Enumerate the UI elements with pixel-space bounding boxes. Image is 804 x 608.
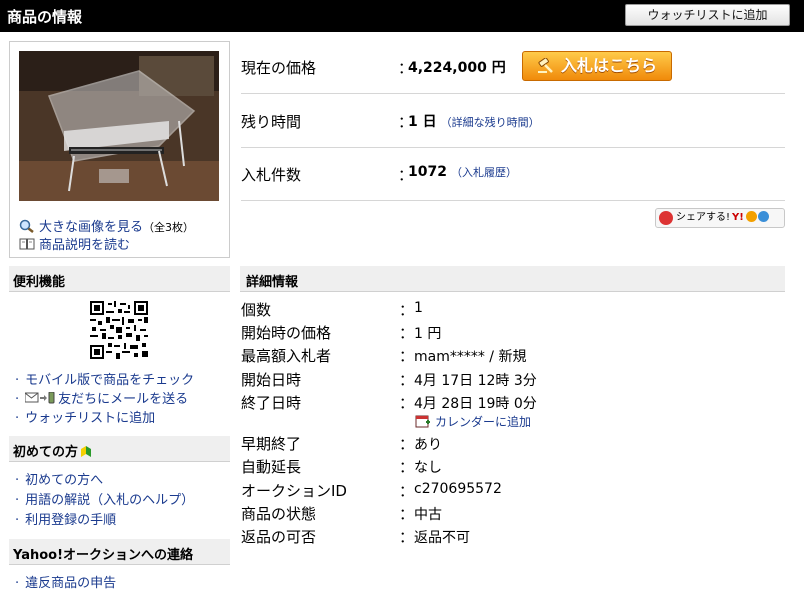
beginner-section-title: 初めての方 <box>9 436 230 462</box>
sidebar-item-mobile-label[interactable]: モバイル版で商品をチェック <box>25 373 194 388</box>
time-left-value: 1 日 （詳細な残り時間） <box>408 111 540 131</box>
detail-colon: ： <box>399 505 415 523</box>
bid-count-label: 入札件数 <box>241 166 302 184</box>
detail-colon: ： <box>399 394 415 412</box>
detail-value: 1 <box>414 300 423 316</box>
detail-value: c270695572 <box>414 481 502 497</box>
detail-value: あり <box>414 437 442 453</box>
beginner-section-label: 初めての方 <box>13 445 79 460</box>
detail-label: 終了日時 <box>241 394 302 412</box>
detail-colon: ： <box>399 482 415 500</box>
page-header: 商品の情報 ウォッチリストに追加 <box>0 0 804 32</box>
share-arrow-icon <box>659 211 673 225</box>
detail-label: 商品の状態 <box>241 505 317 523</box>
sidebar-item-mail-friend[interactable]: · 友だちにメールを送る <box>15 388 188 407</box>
sidebar-item-registration[interactable]: · 利用登録の手順 <box>15 509 116 528</box>
time-left-row: 残り時間 ： 1 日（詳細な残り時間） <box>241 94 785 148</box>
details-section-title: 詳細情報 <box>240 266 785 292</box>
read-description-label[interactable]: 商品説明を読む <box>39 238 130 253</box>
sidebar-item-mail-label[interactable]: 友だちにメールを送る <box>58 392 188 407</box>
gavel-icon <box>537 55 555 73</box>
bid-count-row: 入札件数 ： 1072 （入札履歴） <box>241 148 785 201</box>
yahoo-share-icon[interactable]: Y! <box>732 212 744 223</box>
sidebar-item-glossary-label[interactable]: 用語の解説（入札のヘルプ） <box>25 493 194 508</box>
sidebar-item-report-violation[interactable]: · 違反商品の申告 <box>15 572 116 591</box>
enlarge-image-label[interactable]: 大きな画像を見る <box>39 220 143 235</box>
detail-label: オークションID <box>241 482 347 500</box>
sidebar-item-glossary[interactable]: · 用語の解説（入札のヘルプ） <box>15 489 194 508</box>
add-to-calendar-link[interactable]: カレンダーに追加 <box>415 413 531 430</box>
contact-section-title: Yahoo!オークションへの連絡 <box>9 539 230 565</box>
detail-value: mam***** / 新規 <box>414 349 527 365</box>
current-price-row: 現在の価格 ： 4,224,000 円 入札はこちら <box>241 40 785 94</box>
calendar-icon <box>415 414 431 428</box>
detail-label: 自動延長 <box>241 458 302 476</box>
detail-value: 4月 28日 19時 0分 <box>414 396 537 412</box>
bid-history-link[interactable]: （入札履歴） <box>451 166 517 179</box>
page-title: 商品の情報 <box>7 8 83 26</box>
add-to-watchlist-button[interactable]: ウォッチリストに追加 <box>625 4 790 26</box>
sidebar-item-mobile[interactable]: · モバイル版で商品をチェック <box>15 369 194 388</box>
detailed-time-link[interactable]: （詳細な残り時間） <box>441 116 540 129</box>
detail-colon: ： <box>399 371 415 389</box>
enlarge-image-link[interactable]: 大きな画像を見る（全3枚） <box>19 216 194 235</box>
read-description-link[interactable]: 商品説明を読む <box>19 234 130 253</box>
sidebar-item-report-label[interactable]: 違反商品の申告 <box>25 576 116 591</box>
bid-count-value: 1072 （入札履歴） <box>408 164 517 180</box>
detail-colon: ： <box>399 435 415 453</box>
current-price-label: 現在の価格 <box>241 59 317 77</box>
detail-label: 開始日時 <box>241 371 302 389</box>
sidebar-item-registration-label[interactable]: 利用登録の手順 <box>25 513 116 528</box>
qr-code <box>88 299 150 361</box>
sidebar-item-beginners-guide[interactable]: · 初めての方へ <box>15 469 103 488</box>
place-bid-button[interactable]: 入札はこちら <box>522 51 672 81</box>
detail-value: 中古 <box>414 507 442 523</box>
place-bid-label[interactable]: 入札はこちら <box>561 56 657 75</box>
add-to-calendar-label[interactable]: カレンダーに追加 <box>435 415 531 429</box>
detail-colon: ： <box>399 528 415 546</box>
detail-label: 返品の可否 <box>241 528 317 546</box>
image-count: （全3枚） <box>143 221 195 234</box>
detail-value: 返品不可 <box>414 530 470 546</box>
detail-value: 4月 17日 12時 3分 <box>414 373 537 389</box>
bid-count-amount: 1072 <box>408 164 447 180</box>
time-left-amount: 1 日 <box>408 114 437 130</box>
beginner-mark-icon <box>80 444 92 458</box>
detail-label: 早期終了 <box>241 435 302 453</box>
convenience-section-title: 便利機能 <box>9 266 230 292</box>
hatena-share-icon[interactable] <box>757 211 769 222</box>
sidebar-item-watchlist-label[interactable]: ウォッチリストに追加 <box>25 411 155 426</box>
detail-label: 個数 <box>241 301 272 319</box>
detail-value: 1 円 <box>414 326 442 342</box>
detail-colon: ： <box>399 458 415 476</box>
book-icon <box>19 237 35 251</box>
sidebar-item-beginners-label[interactable]: 初めての方へ <box>25 473 103 488</box>
detail-value: なし <box>414 460 442 476</box>
item-image-panel: 大きな画像を見る（全3枚） 商品説明を読む <box>9 41 230 258</box>
detail-label: 最高額入札者 <box>241 347 332 365</box>
detail-colon: ： <box>399 301 415 319</box>
mixi-share-icon[interactable] <box>745 211 757 222</box>
current-price-value: 4,224,000 円 <box>408 60 506 76</box>
mail-phone-icon <box>24 391 55 404</box>
item-photo[interactable] <box>19 51 219 201</box>
share-button[interactable]: シェアする! Y! <box>655 208 785 228</box>
magnifier-icon <box>19 219 35 233</box>
detail-colon: ： <box>399 324 415 342</box>
time-left-label: 残り時間 <box>241 113 302 131</box>
share-label: シェアする! <box>676 212 731 223</box>
detail-label: 開始時の価格 <box>241 324 332 342</box>
sidebar-item-watchlist[interactable]: · ウォッチリストに追加 <box>15 407 155 426</box>
detail-colon: ： <box>399 347 415 365</box>
